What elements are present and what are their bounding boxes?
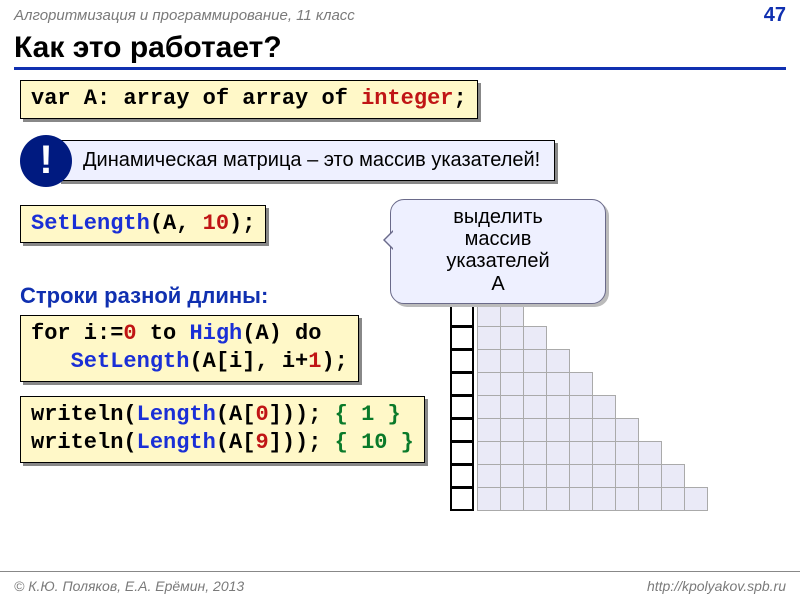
pointer-cell	[450, 349, 474, 373]
bubble-line: выделить	[399, 206, 597, 228]
matrix-cell	[500, 349, 524, 373]
matrix-cell	[523, 395, 547, 419]
matrix-cell	[546, 372, 570, 396]
callout-text: Динамическая матрица – это массив указат…	[58, 140, 555, 181]
matrix-cell	[500, 464, 524, 488]
pointer-cell	[450, 418, 474, 442]
code-writeln: writeln(Length(A[0])); { 1 } writeln(Len…	[20, 396, 425, 463]
matrix-cell	[477, 395, 501, 419]
matrix-cell	[592, 464, 616, 488]
matrix-cell	[569, 441, 593, 465]
stair-row	[450, 487, 708, 511]
pointer-cell	[450, 303, 474, 327]
stair-row	[450, 372, 593, 396]
matrix-cell	[500, 487, 524, 511]
matrix-cell	[500, 418, 524, 442]
pointer-cell	[450, 441, 474, 465]
matrix-cell	[477, 487, 501, 511]
bubble-line: массив	[399, 228, 597, 250]
exclamation-icon: !	[20, 135, 72, 187]
matrix-cell	[569, 418, 593, 442]
matrix-cell	[569, 395, 593, 419]
bubble-line: A	[399, 273, 597, 295]
matrix-cell	[500, 441, 524, 465]
matrix-cell	[477, 326, 501, 350]
footer-url: http://kpolyakov.spb.ru	[647, 578, 786, 594]
stair-row	[450, 441, 662, 465]
matrix-cell	[523, 326, 547, 350]
matrix-cell	[546, 395, 570, 419]
matrix-cell	[661, 487, 685, 511]
matrix-cell	[546, 464, 570, 488]
matrix-cell	[638, 464, 662, 488]
matrix-cell	[638, 487, 662, 511]
matrix-cell	[477, 464, 501, 488]
matrix-cell	[592, 418, 616, 442]
matrix-cell	[592, 395, 616, 419]
footer-authors: © К.Ю. Поляков, Е.А. Ерёмин, 2013	[14, 578, 244, 594]
matrix-cell	[523, 487, 547, 511]
matrix-cell	[523, 372, 547, 396]
matrix-cell	[546, 349, 570, 373]
code-setlength: SetLength(A, 10);	[20, 205, 266, 244]
course-label: Алгоритмизация и программирование, 11 кл…	[14, 7, 355, 24]
matrix-cell	[477, 418, 501, 442]
bubble-line: указателей	[399, 250, 597, 272]
matrix-cell	[477, 303, 501, 327]
pointer-cell	[450, 326, 474, 350]
pointer-cell	[450, 464, 474, 488]
code-loop: for i:=0 to High(A) do SetLength(A[i], i…	[20, 315, 359, 382]
matrix-cell	[615, 487, 639, 511]
stair-row	[450, 349, 570, 373]
slide-title: Как это работает?	[14, 31, 786, 70]
matrix-cell	[546, 418, 570, 442]
matrix-cell	[592, 487, 616, 511]
bubble-note: выделить массив указателей A	[390, 199, 606, 305]
page-number: 47	[764, 4, 786, 27]
matrix-cell	[500, 303, 524, 327]
matrix-cell	[500, 395, 524, 419]
matrix-cell	[523, 349, 547, 373]
stair-row	[450, 464, 685, 488]
matrix-cell	[500, 372, 524, 396]
matrix-cell	[592, 441, 616, 465]
matrix-cell	[477, 349, 501, 373]
stair-row	[450, 303, 524, 327]
stair-row	[450, 326, 547, 350]
matrix-cell	[523, 464, 547, 488]
matrix-cell	[684, 487, 708, 511]
matrix-cell	[500, 326, 524, 350]
stair-row	[450, 418, 639, 442]
matrix-cell	[569, 487, 593, 511]
matrix-cell	[615, 418, 639, 442]
pointer-cell	[450, 487, 474, 511]
matrix-cell	[523, 441, 547, 465]
matrix-cell	[569, 372, 593, 396]
matrix-cell	[546, 487, 570, 511]
matrix-cell	[661, 464, 685, 488]
staircase-diagram	[450, 280, 780, 520]
matrix-cell	[638, 441, 662, 465]
callout: ! Динамическая матрица – это массив указ…	[20, 135, 780, 187]
matrix-cell	[615, 441, 639, 465]
pointer-cell	[450, 395, 474, 419]
stair-row	[450, 395, 616, 419]
matrix-cell	[569, 464, 593, 488]
pointer-cell	[450, 372, 474, 396]
matrix-cell	[477, 441, 501, 465]
code-declaration: var A: array of array of integer;	[20, 80, 478, 119]
matrix-cell	[477, 372, 501, 396]
matrix-cell	[546, 441, 570, 465]
matrix-cell	[615, 464, 639, 488]
matrix-cell	[523, 418, 547, 442]
